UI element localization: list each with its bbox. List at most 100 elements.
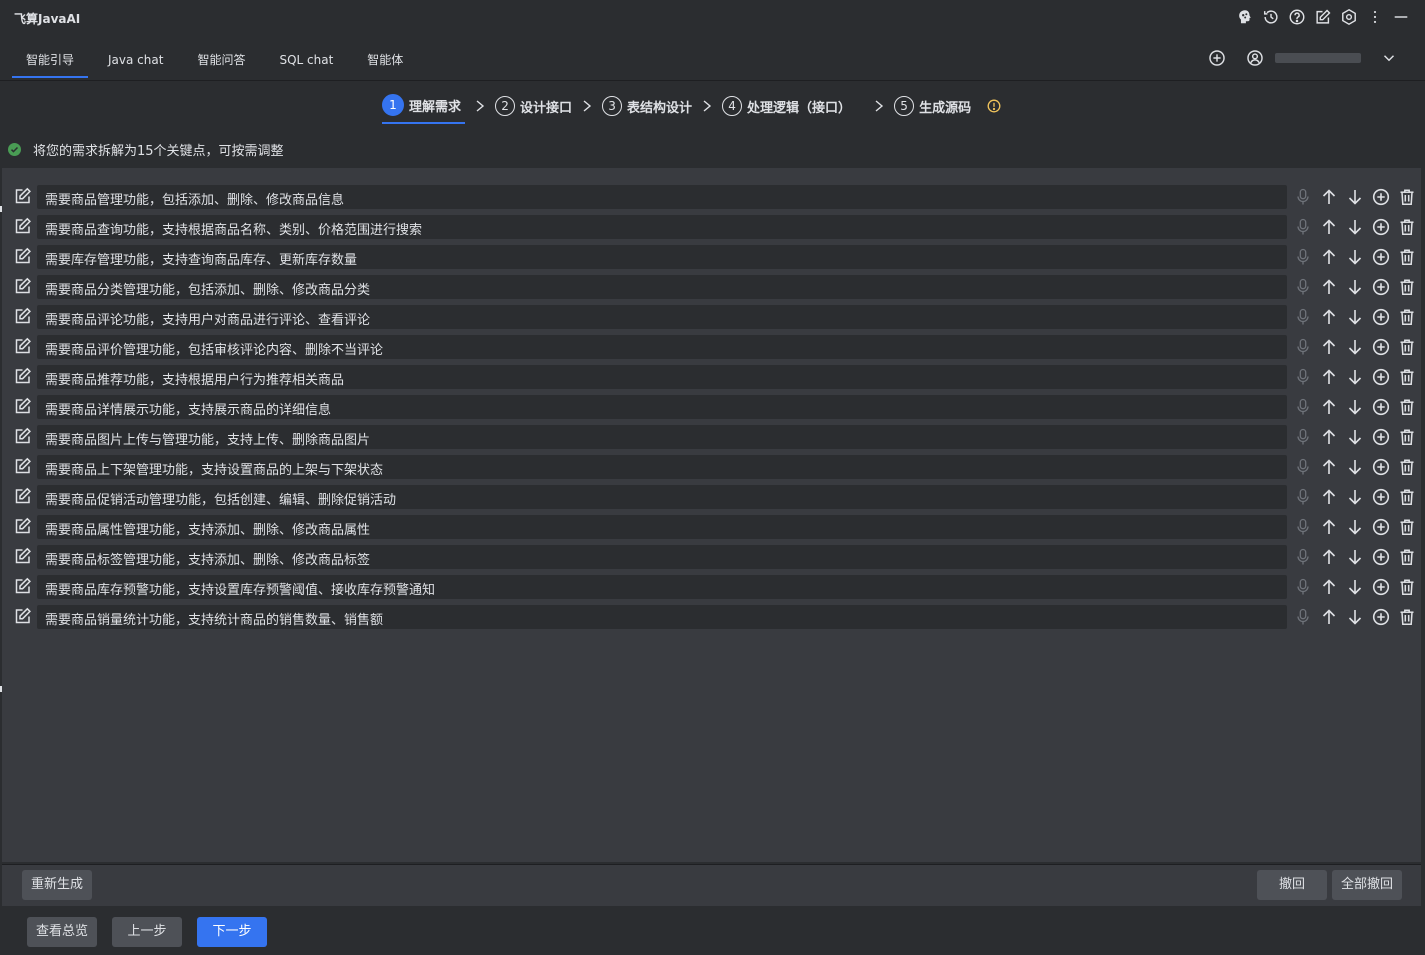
add-circle-icon[interactable] bbox=[1370, 546, 1392, 568]
trash-icon[interactable] bbox=[1396, 396, 1418, 418]
edit-icon[interactable] bbox=[14, 187, 32, 205]
requirement-field[interactable]: 需要商品评价管理功能，包括审核评论内容、删除不当评论 bbox=[37, 335, 1287, 359]
add-circle-icon[interactable] bbox=[1370, 306, 1392, 328]
trash-icon[interactable] bbox=[1396, 186, 1418, 208]
arrow-up-icon[interactable] bbox=[1318, 606, 1340, 628]
arrow-up-icon[interactable] bbox=[1318, 426, 1340, 448]
arrow-up-icon[interactable] bbox=[1318, 336, 1340, 358]
undo-all-button[interactable]: 全部撤回 bbox=[1332, 870, 1402, 900]
more-vertical-icon[interactable] bbox=[1365, 7, 1385, 27]
requirement-field[interactable]: 需要商品销量统计功能，支持统计商品的销售数量、销售额 bbox=[37, 605, 1287, 629]
edit-icon[interactable] bbox=[14, 607, 32, 625]
requirement-field[interactable]: 需要商品促销活动管理功能，包括创建、编辑、删除促销活动 bbox=[37, 485, 1287, 509]
edit-icon[interactable] bbox=[14, 307, 32, 325]
edit-icon[interactable] bbox=[14, 487, 32, 505]
edit-icon[interactable] bbox=[14, 517, 32, 535]
arrow-down-icon[interactable] bbox=[1344, 276, 1366, 298]
tab-smart-guide[interactable]: 智能引导 bbox=[12, 44, 89, 78]
requirement-field[interactable]: 需要商品管理功能，包括添加、删除、修改商品信息 bbox=[37, 185, 1287, 209]
requirement-field[interactable]: 需要商品查询功能，支持根据商品名称、类别、价格范围进行搜索 bbox=[37, 215, 1287, 239]
trash-icon[interactable] bbox=[1396, 336, 1418, 358]
edit-icon[interactable] bbox=[14, 247, 32, 265]
add-circle-icon[interactable] bbox=[1370, 456, 1392, 478]
requirement-field[interactable]: 需要商品推荐功能，支持根据用户行为推荐相关商品 bbox=[37, 365, 1287, 389]
arrow-down-icon[interactable] bbox=[1344, 336, 1366, 358]
requirement-field[interactable]: 需要商品评论功能，支持用户对商品进行评论、查看评论 bbox=[37, 305, 1287, 329]
warning-info-icon[interactable] bbox=[987, 99, 1001, 113]
add-circle-icon[interactable] bbox=[1370, 186, 1392, 208]
trash-icon[interactable] bbox=[1396, 576, 1418, 598]
tab-java-chat[interactable]: Java chat bbox=[94, 44, 177, 76]
microphone-icon[interactable] bbox=[1292, 366, 1314, 388]
microphone-icon[interactable] bbox=[1292, 546, 1314, 568]
trash-icon[interactable] bbox=[1396, 306, 1418, 328]
edit-icon[interactable] bbox=[14, 577, 32, 595]
arrow-up-icon[interactable] bbox=[1318, 396, 1340, 418]
previous-step-button[interactable]: 上一步 bbox=[112, 917, 182, 947]
add-circle-icon[interactable] bbox=[1370, 606, 1392, 628]
add-circle-icon[interactable] bbox=[1370, 216, 1392, 238]
arrow-down-icon[interactable] bbox=[1344, 516, 1366, 538]
step-design-api[interactable]: 2 设计接口 bbox=[495, 89, 572, 123]
edit-icon[interactable] bbox=[14, 427, 32, 445]
add-circle-icon[interactable] bbox=[1370, 366, 1392, 388]
arrow-up-icon[interactable] bbox=[1318, 216, 1340, 238]
microphone-icon[interactable] bbox=[1292, 216, 1314, 238]
trash-icon[interactable] bbox=[1396, 606, 1418, 628]
edit-icon[interactable] bbox=[14, 457, 32, 475]
arrow-up-icon[interactable] bbox=[1318, 276, 1340, 298]
chevron-down-icon[interactable] bbox=[1379, 48, 1399, 68]
arrow-down-icon[interactable] bbox=[1344, 456, 1366, 478]
edit-icon[interactable] bbox=[14, 337, 32, 355]
next-step-button[interactable]: 下一步 bbox=[197, 917, 267, 947]
arrow-up-icon[interactable] bbox=[1318, 186, 1340, 208]
requirement-field[interactable]: 需要商品属性管理功能，支持添加、删除、修改商品属性 bbox=[37, 515, 1287, 539]
arrow-down-icon[interactable] bbox=[1344, 426, 1366, 448]
microphone-icon[interactable] bbox=[1292, 606, 1314, 628]
arrow-up-icon[interactable] bbox=[1318, 366, 1340, 388]
tab-sql-chat[interactable]: SQL chat bbox=[265, 44, 347, 76]
step-process-logic[interactable]: 4 处理逻辑（接口） bbox=[722, 89, 851, 123]
brain-icon[interactable] bbox=[1235, 7, 1255, 27]
tab-smart-qa[interactable]: 智能问答 bbox=[183, 44, 259, 76]
trash-icon[interactable] bbox=[1396, 366, 1418, 388]
regenerate-button[interactable]: 重新生成 bbox=[22, 870, 92, 900]
requirement-field[interactable]: 需要商品分类管理功能，包括添加、删除、修改商品分类 bbox=[37, 275, 1287, 299]
trash-icon[interactable] bbox=[1396, 426, 1418, 448]
arrow-down-icon[interactable] bbox=[1344, 246, 1366, 268]
edit-icon[interactable] bbox=[14, 277, 32, 295]
microphone-icon[interactable] bbox=[1292, 186, 1314, 208]
arrow-up-icon[interactable] bbox=[1318, 306, 1340, 328]
arrow-down-icon[interactable] bbox=[1344, 576, 1366, 598]
add-circle-icon[interactable] bbox=[1370, 336, 1392, 358]
history-icon[interactable] bbox=[1261, 7, 1281, 27]
arrow-up-icon[interactable] bbox=[1318, 546, 1340, 568]
undo-button[interactable]: 撤回 bbox=[1257, 870, 1327, 900]
microphone-icon[interactable] bbox=[1292, 246, 1314, 268]
arrow-up-icon[interactable] bbox=[1318, 246, 1340, 268]
microphone-icon[interactable] bbox=[1292, 396, 1314, 418]
edit-icon[interactable] bbox=[14, 217, 32, 235]
edit-icon[interactable] bbox=[14, 547, 32, 565]
minimize-icon[interactable] bbox=[1391, 7, 1411, 27]
add-circle-icon[interactable] bbox=[1370, 516, 1392, 538]
add-circle-icon[interactable] bbox=[1370, 576, 1392, 598]
microphone-icon[interactable] bbox=[1292, 576, 1314, 598]
step-understand-requirements[interactable]: 1 理解需求 bbox=[382, 88, 466, 124]
requirement-field[interactable]: 需要商品库存预警功能，支持设置库存预警阈值、接收库存预警通知 bbox=[37, 575, 1287, 599]
microphone-icon[interactable] bbox=[1292, 336, 1314, 358]
add-circle-icon[interactable] bbox=[1370, 396, 1392, 418]
step-generate-source[interactable]: 5 生成源码 bbox=[894, 89, 971, 123]
microphone-icon[interactable] bbox=[1292, 276, 1314, 298]
arrow-down-icon[interactable] bbox=[1344, 606, 1366, 628]
arrow-down-icon[interactable] bbox=[1344, 366, 1366, 388]
edit-icon[interactable] bbox=[14, 397, 32, 415]
requirement-field[interactable]: 需要商品标签管理功能，支持添加、删除、修改商品标签 bbox=[37, 545, 1287, 569]
microphone-icon[interactable] bbox=[1292, 456, 1314, 478]
trash-icon[interactable] bbox=[1396, 546, 1418, 568]
requirement-field[interactable]: 需要商品上下架管理功能，支持设置商品的上架与下架状态 bbox=[37, 455, 1287, 479]
arrow-down-icon[interactable] bbox=[1344, 186, 1366, 208]
tab-agent[interactable]: 智能体 bbox=[353, 44, 417, 76]
trash-icon[interactable] bbox=[1396, 486, 1418, 508]
user-avatar-icon[interactable] bbox=[1245, 48, 1265, 68]
